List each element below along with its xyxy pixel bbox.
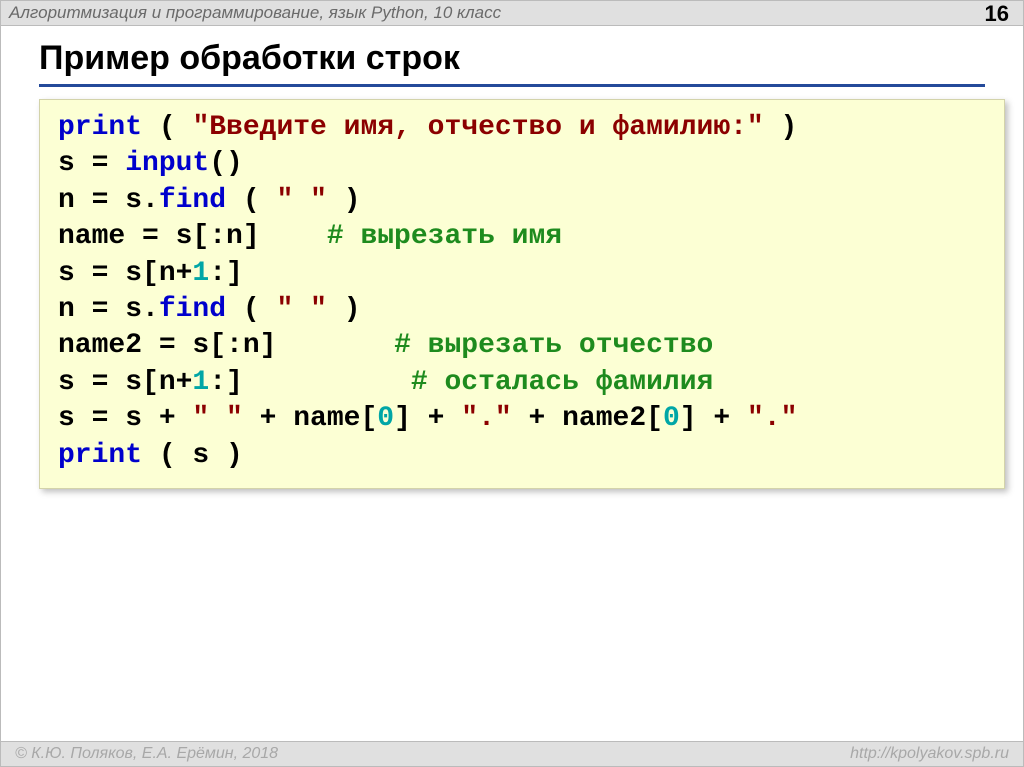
code-line-1: print ( "Введите имя, отчество и фамилию… — [58, 110, 986, 146]
footer-bar: © К.Ю. Поляков, Е.А. Ерёмин, 2018 http:/… — [1, 741, 1023, 766]
code-line-7: name2 = s[:n] # вырезать отчество — [58, 328, 986, 364]
code-line-8: s = s[n+1:] # осталась фамилия — [58, 365, 986, 401]
slide: Алгоритмизация и программирование, язык … — [0, 0, 1024, 767]
code-line-3: n = s.find ( " " ) — [58, 183, 986, 219]
page-number: 16 — [985, 1, 1009, 27]
code-line-5: s = s[n+1:] — [58, 256, 986, 292]
code-line-10: print ( s ) — [58, 438, 986, 474]
code-line-9: s = s + " " + name[0] + "." + name2[0] +… — [58, 401, 986, 437]
subject-label: Алгоритмизация и программирование, язык … — [9, 3, 501, 23]
copyright-label: © К.Ю. Поляков, Е.А. Ерёмин, 2018 — [15, 745, 278, 763]
code-line-2: s = input() — [58, 146, 986, 182]
slide-title: Пример обработки строк — [39, 39, 985, 87]
code-line-4: name = s[:n] # вырезать имя — [58, 219, 986, 255]
code-block: print ( "Введите имя, отчество и фамилию… — [39, 99, 1005, 489]
source-url: http://kpolyakov.spb.ru — [850, 745, 1009, 763]
top-bar: Алгоритмизация и программирование, язык … — [1, 1, 1023, 26]
code-line-6: n = s.find ( " " ) — [58, 292, 986, 328]
